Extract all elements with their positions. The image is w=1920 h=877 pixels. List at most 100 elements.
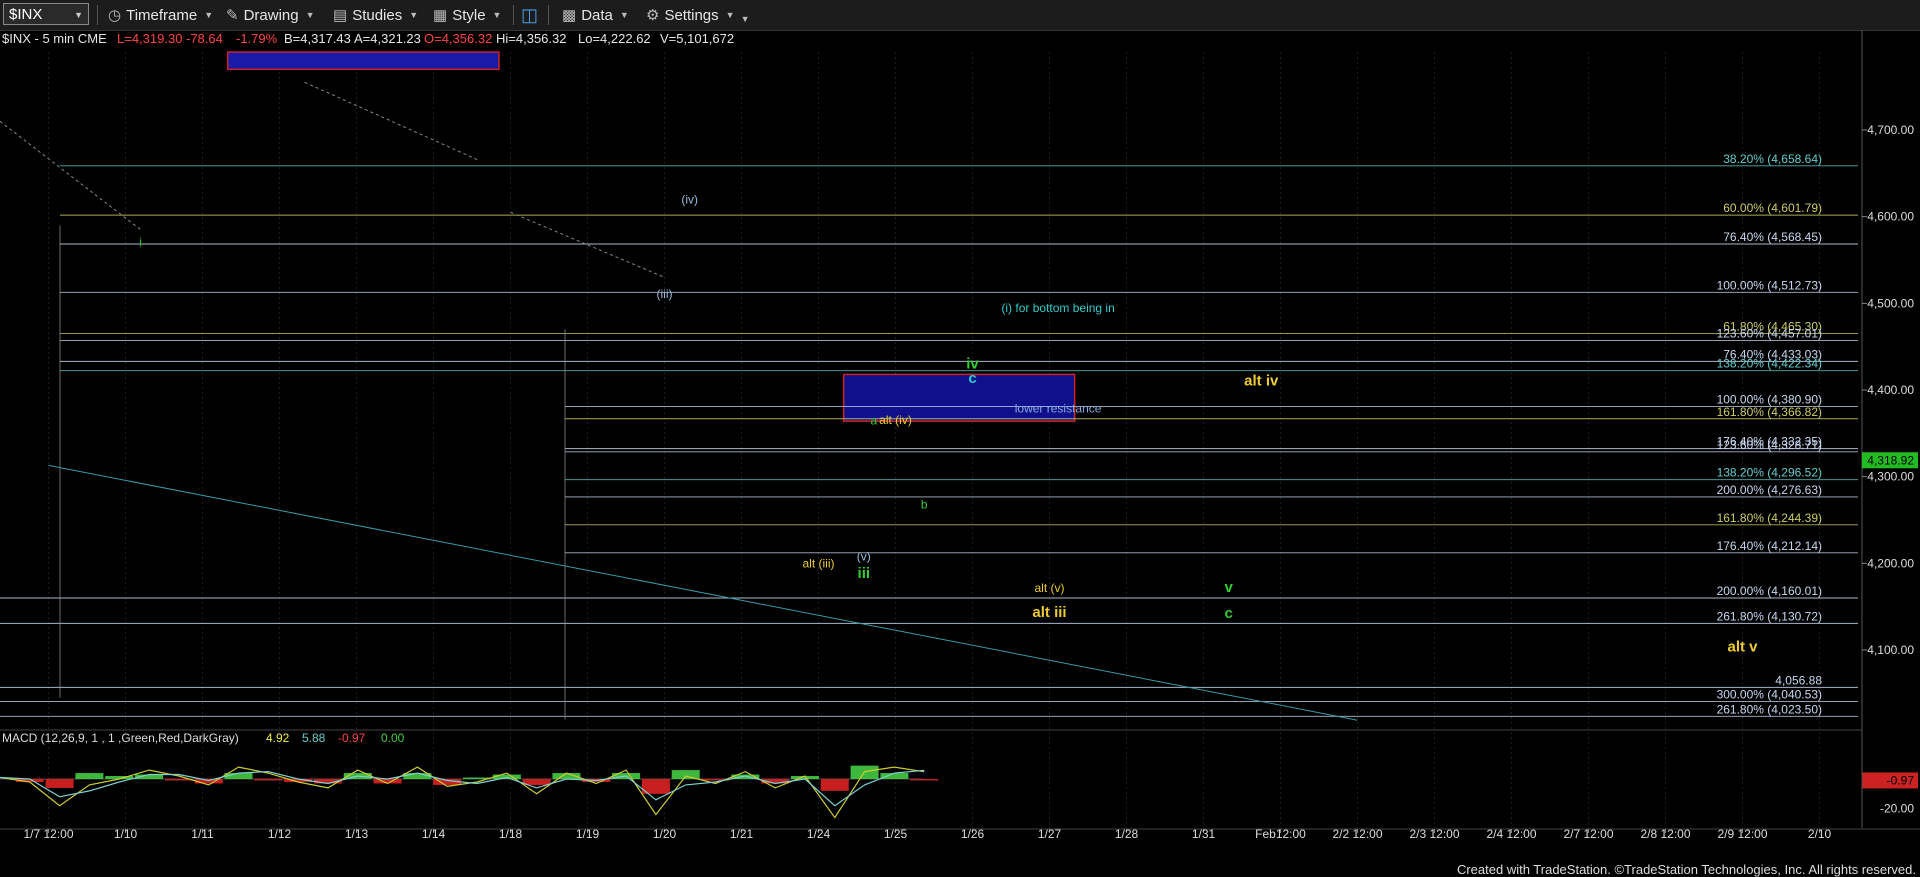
drawing-button[interactable]: ✎ Drawing ▼ [226,4,315,26]
time-tick-label: 2/8 12:00 [1640,827,1690,841]
fib-label: 60.00% (4,601.79) [1723,201,1822,215]
fib-label: 138.20% (4,296.52) [1717,466,1822,480]
chevron-down-icon: ▼ [619,10,629,20]
toolbar-divider [97,5,98,25]
volume: V=5,101,672 [660,31,734,46]
macd-histogram-bar [45,779,74,788]
chevron-down-icon: ▼ [409,10,419,20]
wave-label: alt (iii) [803,557,835,571]
macd-histogram-bar [75,773,104,779]
price-tick-label: 4,600.00 [1867,210,1914,224]
chevron-down-icon: ▼ [305,10,315,20]
price-tick-label: 4,300.00 [1867,470,1914,484]
dashed-trend-1 [0,120,141,231]
symbol-dropdown-icon: ▼ [74,10,83,20]
fib-label: 100.00% (4,512.73) [1717,278,1822,292]
clock-icon: ◷ [108,7,122,24]
time-tick-label: 1/10 [114,827,138,841]
price-tick-label: 4,500.00 [1867,296,1914,310]
time-tick-label: 1/27 [1038,827,1062,841]
wave-label: c [968,370,976,387]
data-button[interactable]: ▩ Data ▼ [562,4,629,26]
macd-tick-label: -20.00 [1880,802,1914,816]
fib-label: 123.60% (4,328.71) [1717,438,1822,452]
wave-label: lower resistance [1015,402,1102,416]
macd-histogram-bar [254,779,283,781]
wave-label: (iii) [657,287,673,301]
macd-title: MACD (12,26,9, 1 , 1 ,Green,Red,DarkGray… [2,731,239,745]
gear-icon: ⚙ [646,7,660,24]
fib-label: 300.00% (4,040.53) [1717,688,1822,702]
price-tick-label: 4,700.00 [1867,123,1914,137]
time-tick-label: 1/24 [807,827,831,841]
last-price: L=4,319.30 [117,31,182,46]
trendlines [0,81,1358,721]
price-tick-label: 4,400.00 [1867,383,1914,397]
fib-label: 76.40% (4,568.45) [1723,230,1822,244]
drawing-label: Drawing [243,6,299,24]
fib-label: 200.00% (4,276.63) [1717,483,1822,497]
time-tick-label: 2/9 12:00 [1717,827,1767,841]
fib-label: 161.80% (4,366.82) [1717,405,1822,419]
macd-histogram-bar [671,770,700,779]
footer-credit: Created with TradeStation. ©TradeStation… [1456,862,1916,877]
timeframe-button[interactable]: ◷ Timeframe ▼ [108,4,213,26]
macd-current-label: -0.97 [1887,773,1915,787]
fib-label: 176.40% (4,212.14) [1717,539,1822,553]
low-price: Lo=4,222.62 [578,31,651,46]
wave-label: (v) [857,550,871,564]
wave-label: (iv) [681,193,698,207]
wave-label: alt iii [1032,604,1066,621]
top-box [226,51,500,71]
expand-icon: ▼ [740,14,750,24]
axes: 4,700.00 4,600.00 4,500.00 4,400.00 4,300.00… [0,30,1920,841]
settings-button[interactable]: ⚙ Settings ▼ ▼ [646,4,750,26]
time-tick-label: 2/2 12:00 [1332,827,1382,841]
chart-header: $INX - 5 min CME L=4,319.30 -78.64 -1.79… [2,31,734,46]
chart-layout-icon: ◫ [521,4,539,25]
time-tick-label: 1/19 [576,827,600,841]
wave-label: alt (v) [1035,581,1065,595]
symbol-selector[interactable]: $INX ▼ [3,3,89,25]
symbol-info: $INX - 5 min CME [2,31,107,46]
chart-layout-button[interactable]: ◫ [521,4,543,26]
fib-label: 161.80% (4,244.39) [1717,511,1822,525]
wave-label: alt v [1727,639,1758,656]
high-price: Hi=4,356.32 [496,31,566,46]
price-tick-label: 4,200.00 [1867,556,1914,570]
wave-label: alt (iv) [879,413,912,427]
style-button[interactable]: ▦ Style ▼ [433,4,501,26]
fib-label: 261.80% (4,023.50) [1717,702,1822,716]
studies-button[interactable]: ▤ Studies ▼ [333,4,418,26]
chevron-down-icon: ▼ [725,10,735,20]
time-tick-label: 1/11 [191,827,214,841]
chart-area[interactable]: 38.20% (4,658.64) 60.00% (4,601.79) 76.40%… [0,30,1920,876]
time-tick-label: 1/21 [730,827,754,841]
bid-price: B=4,317.43 [284,31,351,46]
open-price: O=4,356.32 [424,31,492,46]
fib-label: 38.20% (4,658.64) [1723,152,1822,166]
chevron-down-icon: ▼ [492,10,502,20]
long-trendline [48,464,1358,721]
net-change: -78.64 [186,31,223,46]
pct-change: -1.79% [236,31,278,46]
toolbar-divider [548,5,549,25]
time-tick-label: 1/31 [1192,827,1216,841]
time-tick-label: 1/25 [884,827,908,841]
pencil-icon: ✎ [226,7,239,24]
macd-value: 4.92 [266,731,290,745]
wave-label: c [1225,605,1233,622]
symbol-value: $INX [9,5,43,23]
macd-panel: MACD (12,26,9, 1 , 1 ,Green,Red,DarkGray… [0,731,1918,819]
time-tick-label: Feb12:00 [1255,827,1306,841]
zones [226,51,1076,422]
time-tick-label: 1/26 [961,827,985,841]
data-label: Data [581,6,613,24]
fib-label: 200.00% (4,160.01) [1717,584,1822,598]
time-tick-label: 2/4 12:00 [1486,827,1536,841]
macd-value: -0.97 [338,731,366,745]
timeframe-label: Timeframe [126,6,198,24]
time-tick-label: 1/14 [422,827,446,841]
time-tick-label: 1/7 12:00 [23,827,73,841]
macd-value: 5.88 [302,731,326,745]
